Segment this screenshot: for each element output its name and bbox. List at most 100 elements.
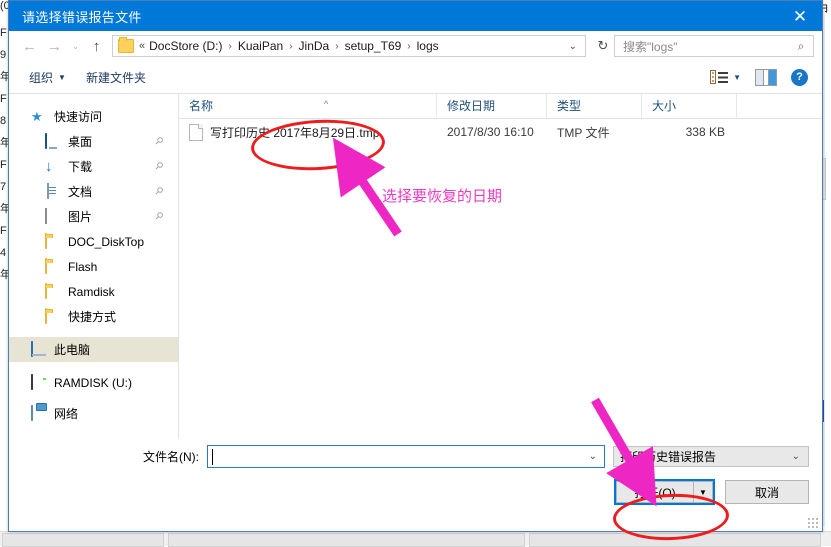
toolbar-right-group: ▼ ? bbox=[710, 69, 812, 86]
column-header-spacer[interactable] bbox=[737, 94, 822, 118]
back-icon[interactable]: ← bbox=[17, 33, 42, 59]
sidebar-item-label: 图片 bbox=[68, 208, 92, 225]
filename-input[interactable]: ⌄ bbox=[207, 445, 605, 468]
sidebar-item-flash[interactable]: Flash bbox=[9, 254, 178, 279]
new-folder-label: 新建文件夹 bbox=[86, 69, 146, 86]
pin-icon[interactable]: ⚲ bbox=[152, 135, 165, 148]
sidebar-item-label: 文档 bbox=[68, 183, 92, 200]
folder-icon bbox=[45, 284, 62, 300]
navigation-sidebar: ★ 快速访问 桌面 ⚲ ↓ 下载 ⚲ 文档 ⚲ 图片 ⚲ bbox=[9, 94, 179, 471]
background-horizontal-scrollbar[interactable] bbox=[0, 531, 831, 546]
filename-label: 文件名(N): bbox=[9, 448, 207, 465]
breadcrumb-item-3[interactable]: setup_T69 bbox=[344, 39, 403, 53]
command-toolbar: 组织 ▼ 新建文件夹 ▼ bbox=[9, 61, 822, 94]
pin-icon[interactable]: ⚲ bbox=[152, 185, 165, 198]
sidebar-item-downloads[interactable]: ↓ 下载 ⚲ bbox=[9, 154, 178, 179]
sidebar-item-label: Ramdisk bbox=[68, 285, 115, 299]
column-header-name[interactable]: 名称 ^ bbox=[179, 94, 437, 118]
view-options-button[interactable]: ▼ bbox=[710, 70, 741, 85]
file-size-cell: 338 KB bbox=[642, 125, 737, 139]
sidebar-item-quick-access[interactable]: ★ 快速访问 bbox=[9, 104, 178, 129]
sidebar-item-label: 下载 bbox=[68, 158, 92, 175]
preview-pane-icon[interactable] bbox=[755, 69, 777, 86]
organize-button[interactable]: 组织 ▼ bbox=[19, 69, 76, 86]
folder-icon bbox=[118, 39, 134, 53]
breadcrumb-separator[interactable]: › bbox=[402, 41, 415, 52]
open-button-group: 打开(O) ▼ bbox=[614, 479, 715, 505]
drive-icon bbox=[31, 375, 48, 391]
sidebar-item-network[interactable]: 网络 bbox=[9, 401, 178, 426]
file-list-pane: 名称 ^ 修改日期 类型 大小 写打印历史 2017年8月29日.tmp 201… bbox=[179, 94, 822, 471]
network-icon bbox=[31, 406, 48, 422]
breadcrumb-lead: « bbox=[138, 40, 148, 52]
breadcrumb-item-0[interactable]: DocStore (D:) bbox=[148, 39, 223, 53]
chevron-down-icon[interactable]: ⌄ bbox=[792, 451, 808, 462]
search-input[interactable]: 搜索"logs" ⌕ bbox=[614, 35, 814, 57]
list-view-icon bbox=[710, 70, 729, 85]
sidebar-item-documents[interactable]: 文档 ⚲ bbox=[9, 179, 178, 204]
chevron-down-icon[interactable]: ▼ bbox=[733, 73, 741, 82]
sidebar-item-label: Flash bbox=[68, 260, 97, 274]
address-bar[interactable]: « DocStore (D:) › KuaiPan › JinDa › setu… bbox=[112, 35, 586, 57]
open-button[interactable]: 打开(O) bbox=[616, 481, 694, 503]
recent-locations-icon[interactable]: ⌄ bbox=[67, 33, 84, 59]
sidebar-item-desktop[interactable]: 桌面 ⚲ bbox=[9, 129, 178, 154]
new-folder-button[interactable]: 新建文件夹 bbox=[76, 69, 156, 86]
file-open-dialog: 请选择错误报告文件 ✕ ← → ⌄ ↑ « DocStore (D:) › Ku… bbox=[8, 0, 823, 532]
close-icon[interactable]: ✕ bbox=[778, 1, 822, 31]
text-caret bbox=[212, 449, 213, 465]
file-type-cell: TMP 文件 bbox=[547, 124, 642, 141]
breadcrumb-item-4[interactable]: logs bbox=[416, 39, 440, 53]
breadcrumb-item-1[interactable]: KuaiPan bbox=[237, 39, 284, 53]
sidebar-item-label: 桌面 bbox=[68, 133, 92, 150]
search-icon[interactable]: ⌕ bbox=[789, 39, 813, 54]
breadcrumb-separator[interactable]: › bbox=[284, 41, 297, 52]
cancel-button[interactable]: 取消 bbox=[725, 480, 809, 504]
navigation-bar: ← → ⌄ ↑ « DocStore (D:) › KuaiPan › JinD… bbox=[9, 31, 822, 61]
breadcrumb-item-2[interactable]: JinDa bbox=[298, 39, 331, 53]
pictures-icon bbox=[45, 209, 62, 225]
background-hscroll-seg[interactable] bbox=[529, 533, 821, 547]
resize-grip[interactable] bbox=[808, 518, 818, 528]
folder-icon bbox=[45, 259, 62, 275]
refresh-icon[interactable]: ↻ bbox=[592, 38, 614, 54]
file-name-cell[interactable]: 写打印历史 2017年8月29日.tmp bbox=[179, 124, 437, 141]
sidebar-item-shortcuts[interactable]: 快捷方式 bbox=[9, 304, 178, 329]
breadcrumb-separator[interactable]: › bbox=[223, 41, 236, 52]
help-icon[interactable]: ? bbox=[791, 69, 808, 86]
chevron-down-icon[interactable]: ⌄ bbox=[589, 451, 604, 462]
dialog-titlebar: 请选择错误报告文件 ✕ bbox=[9, 1, 822, 31]
column-header-modified[interactable]: 修改日期 bbox=[437, 94, 547, 118]
pin-icon[interactable]: ⚲ bbox=[152, 160, 165, 173]
pin-icon[interactable]: ⚲ bbox=[152, 210, 165, 223]
sidebar-item-ramdisk[interactable]: Ramdisk bbox=[9, 279, 178, 304]
open-dropdown-arrow-icon[interactable]: ▼ bbox=[694, 481, 713, 503]
desktop-icon bbox=[45, 134, 62, 150]
sidebar-item-doc-disktop[interactable]: DOC_DiskTop bbox=[9, 229, 178, 254]
chevron-down-icon: ▼ bbox=[58, 73, 66, 82]
folder-icon bbox=[45, 234, 62, 250]
background-hscroll-seg[interactable] bbox=[168, 533, 525, 547]
sidebar-item-pictures[interactable]: 图片 ⚲ bbox=[9, 204, 178, 229]
sidebar-item-this-pc[interactable]: 此电脑 bbox=[9, 337, 178, 362]
column-header-size[interactable]: 大小 bbox=[642, 94, 737, 118]
sidebar-item-ramdisk-u[interactable]: RAMDISK (U:) bbox=[9, 370, 178, 395]
filename-row: 文件名(N): ⌄ 打印历史错误报告 ⌄ bbox=[9, 443, 822, 469]
file-type-dropdown[interactable]: 打印历史错误报告 ⌄ bbox=[613, 446, 809, 467]
downloads-icon: ↓ bbox=[45, 159, 62, 175]
sidebar-item-label: RAMDISK (U:) bbox=[54, 376, 132, 390]
file-icon bbox=[189, 124, 203, 141]
forward-icon[interactable]: → bbox=[42, 33, 67, 59]
dialog-footer: 文件名(N): ⌄ 打印历史错误报告 ⌄ 打开(O) ▼ 取消 bbox=[9, 439, 822, 531]
column-header-type[interactable]: 类型 bbox=[547, 94, 642, 118]
breadcrumb-separator[interactable]: › bbox=[330, 41, 343, 52]
table-row[interactable]: 写打印历史 2017年8月29日.tmp 2017/8/30 16:10 TMP… bbox=[179, 119, 822, 145]
star-icon: ★ bbox=[31, 109, 48, 125]
sort-ascending-icon: ^ bbox=[324, 92, 328, 116]
dialog-buttons: 打开(O) ▼ 取消 bbox=[614, 479, 809, 505]
file-type-value: 打印历史错误报告 bbox=[614, 448, 716, 465]
chevron-down-icon[interactable]: ⌄ bbox=[563, 41, 583, 52]
organize-label: 组织 bbox=[29, 69, 53, 86]
background-hscroll-seg[interactable] bbox=[2, 533, 164, 547]
up-icon[interactable]: ↑ bbox=[84, 33, 109, 59]
